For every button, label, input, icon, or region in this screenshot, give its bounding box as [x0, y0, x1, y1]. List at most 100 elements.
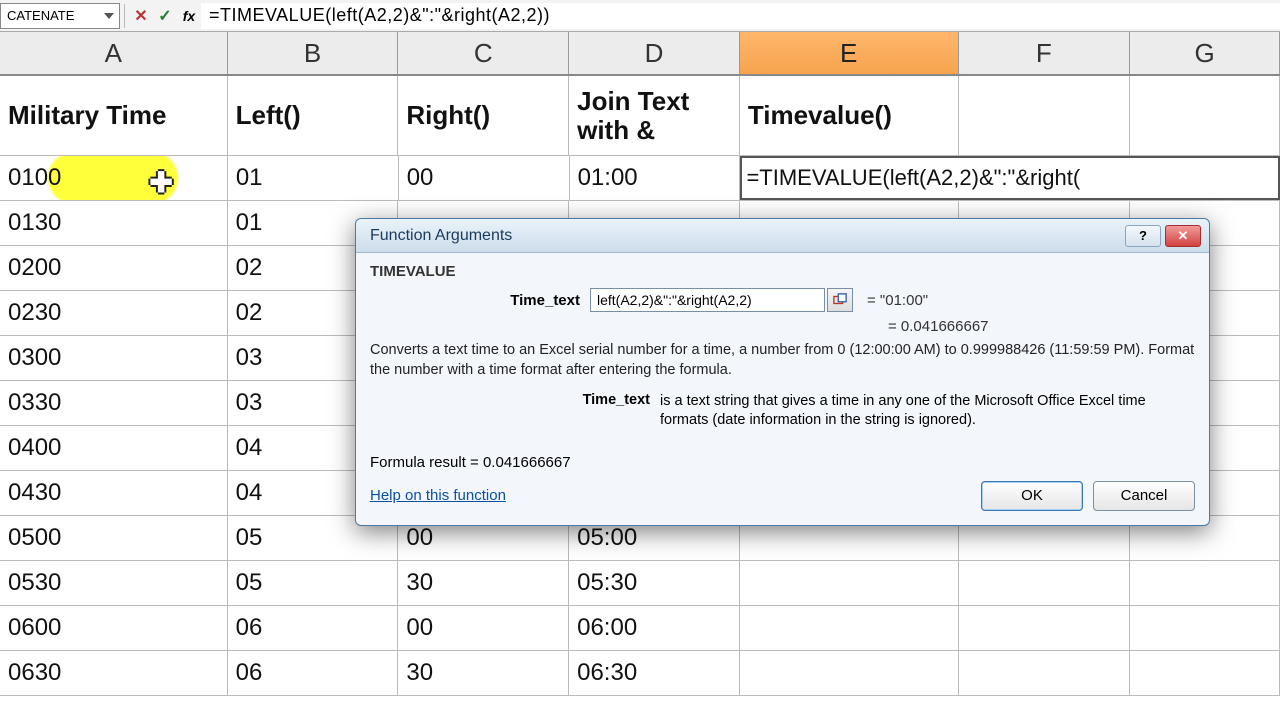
- cell[interactable]: 0430: [0, 471, 228, 515]
- cell[interactable]: [1130, 561, 1280, 605]
- column-headers: A B C D E F G: [0, 32, 1280, 76]
- range-selector-button[interactable]: [827, 288, 853, 312]
- cell-value: 30: [406, 569, 433, 597]
- cell[interactable]: 00: [398, 606, 569, 650]
- cell[interactable]: 0500: [0, 516, 228, 560]
- header-label: Left(): [236, 101, 301, 130]
- col-header-D[interactable]: D: [569, 32, 740, 74]
- cell[interactable]: 06: [228, 606, 399, 650]
- cell-A1[interactable]: Military Time: [0, 76, 228, 155]
- cell[interactable]: [959, 606, 1131, 650]
- formula-input[interactable]: [201, 3, 1280, 29]
- table-row: 0630 06 30 06:30: [0, 651, 1280, 696]
- cell-B1[interactable]: Left(): [228, 76, 399, 155]
- function-description: Converts a text time to an Excel serial …: [370, 341, 1195, 380]
- cell-C1[interactable]: Right(): [398, 76, 569, 155]
- arg-label: Time_text: [470, 292, 590, 309]
- cell[interactable]: [740, 651, 959, 695]
- col-header-C[interactable]: C: [398, 32, 569, 74]
- result-label: Formula result =: [370, 454, 483, 471]
- cancel-button[interactable]: Cancel: [1093, 481, 1195, 511]
- name-box-dropdown[interactable]: [101, 6, 117, 26]
- cell-value: 01: [236, 164, 263, 192]
- cell[interactable]: [959, 561, 1131, 605]
- cell-value: 0230: [8, 299, 61, 327]
- cell-value: 04: [236, 479, 263, 507]
- separator: [124, 4, 125, 28]
- cell[interactable]: 05: [228, 561, 399, 605]
- cell-F1[interactable]: [959, 76, 1131, 155]
- table-row: 0100 ✚ 01 00 01:00 =TIMEVALUE(left(A2,2)…: [0, 156, 1280, 201]
- cell-value: 00: [406, 614, 433, 642]
- cell-value: 05:30: [577, 569, 637, 597]
- close-icon: ✕: [1178, 228, 1189, 244]
- cell-C2[interactable]: 00: [399, 156, 570, 200]
- cell-value: 30: [406, 659, 433, 687]
- cell-D1[interactable]: Join Text with &: [569, 76, 740, 155]
- dialog-title: Function Arguments: [364, 227, 1121, 245]
- cell-value: 0300: [8, 344, 61, 372]
- col-header-B[interactable]: B: [228, 32, 399, 74]
- name-box[interactable]: CATENATE: [0, 3, 120, 29]
- help-icon: ?: [1139, 228, 1147, 243]
- cell[interactable]: 06:30: [569, 651, 740, 695]
- cell[interactable]: 0600: [0, 606, 228, 650]
- cell-E2-editing[interactable]: =TIMEVALUE(left(A2,2)&":"&right(: [740, 156, 1280, 200]
- cell[interactable]: 0300: [0, 336, 228, 380]
- cell[interactable]: [1130, 606, 1280, 650]
- cell-A2[interactable]: 0100 ✚: [0, 156, 228, 200]
- dialog-titlebar[interactable]: Function Arguments ? ✕: [356, 219, 1209, 253]
- cell[interactable]: 0230: [0, 291, 228, 335]
- cell[interactable]: [740, 606, 959, 650]
- cell-G1[interactable]: [1130, 76, 1280, 155]
- col-header-G[interactable]: G: [1130, 32, 1280, 74]
- function-arguments-dialog: Function Arguments ? ✕ TIMEVALUE Time_te…: [355, 218, 1210, 526]
- cell[interactable]: [1130, 651, 1280, 695]
- table-row: 0530 05 30 05:30: [0, 561, 1280, 606]
- arg-input[interactable]: [590, 288, 825, 312]
- cell-value: 0100: [8, 164, 61, 192]
- cell[interactable]: 0330: [0, 381, 228, 425]
- cell-value: 0600: [8, 614, 61, 642]
- cell-E1[interactable]: Timevalue(): [740, 76, 959, 155]
- col-header-A[interactable]: A: [0, 32, 228, 74]
- arg-desc-label: Time_text: [370, 392, 660, 430]
- ok-button[interactable]: OK: [981, 481, 1083, 511]
- cell-value: 03: [236, 344, 263, 372]
- cell[interactable]: 0530: [0, 561, 228, 605]
- cell-cursor-icon: ✚: [149, 166, 172, 199]
- accept-formula-button[interactable]: ✓: [153, 4, 177, 28]
- cell[interactable]: 06:00: [569, 606, 740, 650]
- fx-icon: fx: [183, 8, 195, 24]
- cell[interactable]: [740, 561, 959, 605]
- help-on-function-link[interactable]: Help on this function: [370, 487, 506, 504]
- cell-value: 0430: [8, 479, 61, 507]
- cell[interactable]: 05:30: [569, 561, 740, 605]
- cell[interactable]: 0130: [0, 201, 228, 245]
- cell-B2[interactable]: 01: [228, 156, 399, 200]
- header-label: Right(): [406, 101, 490, 130]
- chevron-down-icon: [104, 13, 114, 19]
- cell-D2[interactable]: 01:00: [570, 156, 741, 200]
- formula-result: Formula result = 0.041666667: [370, 454, 1195, 471]
- close-button[interactable]: ✕: [1165, 225, 1201, 247]
- cell[interactable]: 0400: [0, 426, 228, 470]
- table-row: 0600 06 00 06:00: [0, 606, 1280, 651]
- help-button[interactable]: ?: [1125, 225, 1161, 247]
- insert-function-button[interactable]: fx: [177, 4, 201, 28]
- name-box-value: CATENATE: [7, 8, 74, 23]
- cancel-formula-button[interactable]: ✕: [129, 4, 153, 28]
- col-header-E[interactable]: E: [740, 32, 959, 74]
- cell[interactable]: 30: [398, 651, 569, 695]
- dialog-body: TIMEVALUE Time_text = "01:00" = 0.041666…: [356, 253, 1209, 525]
- cell[interactable]: 30: [398, 561, 569, 605]
- cell[interactable]: 0630: [0, 651, 228, 695]
- cell[interactable]: [959, 651, 1131, 695]
- header-row: Military Time Left() Right() Join Text w…: [0, 76, 1280, 156]
- col-header-F[interactable]: F: [959, 32, 1131, 74]
- cell[interactable]: 0200: [0, 246, 228, 290]
- cell-value: 06: [236, 659, 263, 687]
- cell[interactable]: 06: [228, 651, 399, 695]
- check-icon: ✓: [158, 6, 171, 26]
- cell-value: 0330: [8, 389, 61, 417]
